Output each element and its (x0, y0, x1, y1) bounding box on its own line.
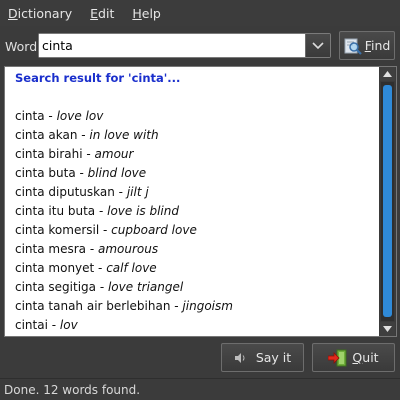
result-item[interactable]: cinta segitiga - love triangel (15, 278, 233, 297)
menu-edit[interactable]: Edit (81, 6, 123, 21)
result-item[interactable]: cinta diputuskan - jilt j (15, 183, 233, 202)
result-translation: jilt j (126, 185, 149, 199)
result-translation: blind love (87, 166, 147, 180)
results-panel[interactable]: Search result for 'cinta'... cinta - lov… (4, 66, 397, 337)
menu-bar: Dictionary Edit Help (0, 0, 400, 26)
scroll-down-arrow-icon (383, 326, 392, 332)
result-item[interactable]: cinta mesra - amourous (15, 240, 233, 259)
result-word: cinta komersil - (15, 223, 112, 237)
result-item[interactable]: cinta tanah air berlebihan - jingoism (15, 297, 233, 316)
exit-door-icon (328, 349, 347, 366)
result-word: cinta monyet - (15, 261, 107, 275)
result-item[interactable]: cinta - love lov (15, 107, 233, 126)
result-translation: jingoism (182, 299, 233, 313)
word-input[interactable]: cinta (39, 34, 305, 57)
result-item[interactable]: cintai - lov (15, 316, 233, 335)
result-item[interactable]: cinta birahi - amour (15, 145, 233, 164)
result-translation: love triangel (107, 280, 184, 294)
result-word: cinta - (15, 109, 57, 123)
result-translation: love lov (56, 109, 104, 123)
result-word: cinta diputuskan - (15, 185, 127, 199)
scroll-thumb[interactable] (383, 85, 392, 317)
result-translation: love is blind (107, 204, 179, 218)
scroll-down-button[interactable] (380, 322, 395, 336)
combo-dropdown-button[interactable] (305, 34, 330, 57)
results-header: Search result for 'cinta'... (15, 71, 181, 85)
results-scrollbar[interactable] (379, 67, 396, 336)
quit-button[interactable]: Quit (312, 343, 395, 372)
result-word: cinta birahi - (15, 147, 95, 161)
search-row: Word cinta Find (0, 31, 400, 61)
result-item[interactable]: cinta buta - blind love (15, 164, 233, 183)
result-item[interactable]: cinta itu buta - love is blind (15, 202, 233, 221)
result-translation: cupboard love (111, 223, 197, 237)
find-button[interactable]: Find (339, 31, 395, 60)
result-word: cinta buta - (15, 166, 88, 180)
result-translation: calf love (106, 261, 157, 275)
say-it-button[interactable]: Say it (221, 343, 304, 372)
menu-help[interactable]: Help (123, 6, 170, 21)
quit-label: Quit (352, 350, 379, 365)
result-item[interactable]: cinta komersil - cupboard love (15, 221, 233, 240)
find-button-label: Find (364, 38, 391, 53)
result-word: cinta mesra - (15, 242, 98, 256)
result-word: cintai - (15, 318, 60, 332)
result-translation: amour (94, 147, 134, 161)
result-item[interactable]: cinta monyet - calf love (15, 259, 233, 278)
results-content: Search result for 'cinta'... cinta - lov… (5, 67, 378, 336)
result-word: cinta segitiga - (15, 280, 108, 294)
speaker-icon (234, 352, 245, 363)
menu-dictionary[interactable]: Dictionary (0, 6, 81, 21)
result-word: cinta tanah air berlebihan - (15, 299, 183, 313)
say-it-label: Say it (255, 350, 292, 365)
status-text: Done. 12 words found. (4, 382, 141, 397)
status-bar: Done. 12 words found. (0, 378, 400, 400)
result-word: cinta itu buta - (15, 204, 108, 218)
word-label: Word (5, 39, 38, 54)
result-translation: lov (59, 318, 78, 332)
results-list: cinta - love lov cinta akan - in love wi… (15, 107, 233, 335)
result-word: cinta akan - (15, 128, 90, 142)
result-translation: in love with (89, 128, 159, 142)
magnifier-icon (344, 38, 362, 55)
result-translation: amourous (97, 242, 159, 256)
word-combo[interactable]: cinta (38, 33, 331, 58)
result-item[interactable]: cinta akan - in love with (15, 126, 233, 145)
chevron-down-icon (312, 41, 324, 49)
scroll-up-arrow-icon (383, 71, 392, 77)
scroll-up-button[interactable] (380, 67, 395, 81)
